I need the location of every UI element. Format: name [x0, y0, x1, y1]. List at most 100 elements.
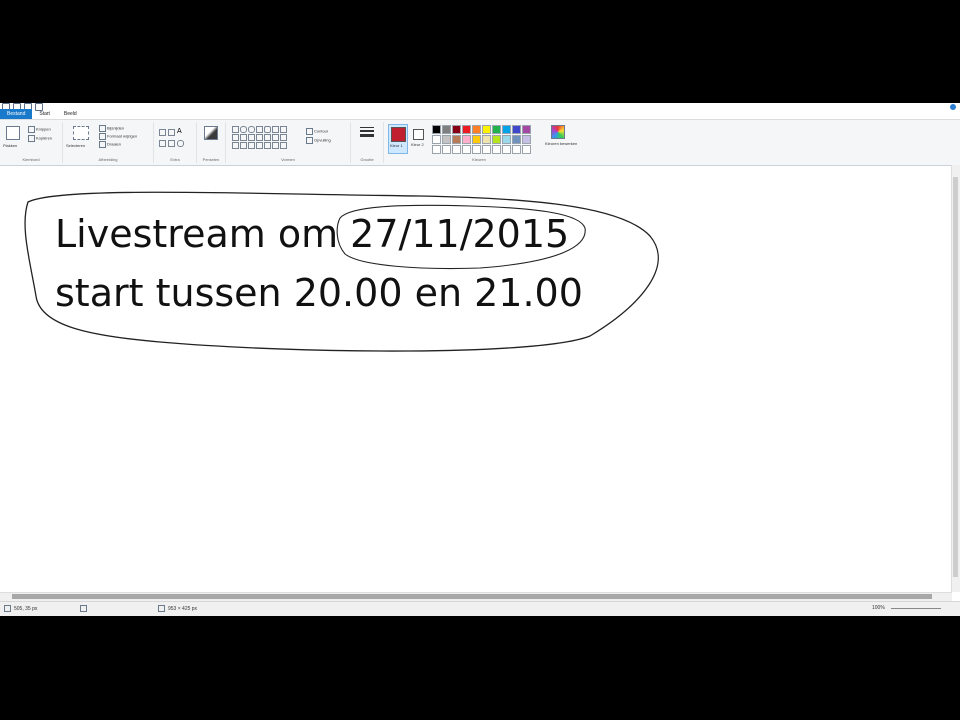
- cursor-position: 505, 35 px: [4, 605, 37, 612]
- palette-swatch[interactable]: [462, 125, 471, 134]
- palette-swatch[interactable]: [512, 125, 521, 134]
- custom-color-slot[interactable]: [442, 145, 451, 154]
- eraser-icon[interactable]: [159, 140, 166, 147]
- magnifier-icon[interactable]: [177, 140, 184, 147]
- arrow-right-shape-icon[interactable]: [264, 134, 271, 141]
- color1-label: Kleur 1: [390, 143, 403, 148]
- palette-swatch[interactable]: [472, 125, 481, 134]
- select-button[interactable]: Selecteren: [66, 143, 85, 148]
- lightning-shape-icon[interactable]: [280, 142, 287, 149]
- color-picker-icon[interactable]: [168, 140, 175, 147]
- cursor-position-icon: [4, 605, 11, 612]
- palette-swatch[interactable]: [512, 135, 521, 144]
- palette-swatch[interactable]: [482, 135, 491, 144]
- edit-colors-icon: [551, 125, 565, 139]
- right-triangle-shape-icon[interactable]: [232, 134, 239, 141]
- image-size-value: 953 × 425 px: [168, 605, 198, 612]
- palette-swatch[interactable]: [492, 125, 501, 134]
- clipboard-group-label: Klembord: [22, 157, 40, 162]
- custom-color-slot[interactable]: [512, 145, 521, 154]
- select-icon[interactable]: [73, 126, 89, 140]
- palette-swatch[interactable]: [502, 125, 511, 134]
- oval-shape-icon[interactable]: [248, 126, 255, 133]
- image-size: 953 × 425 px: [158, 605, 197, 612]
- tab-home[interactable]: Start: [32, 109, 57, 119]
- star6-shape-icon[interactable]: [248, 142, 255, 149]
- image-group: Selecteren Bijsnijden Formaat wijzigen D…: [63, 122, 154, 163]
- fill-icon[interactable]: [168, 129, 175, 136]
- resize-button[interactable]: Formaat wijzigen: [99, 133, 137, 140]
- paste-button[interactable]: Plakken: [3, 143, 17, 148]
- custom-color-slot[interactable]: [502, 145, 511, 154]
- palette-swatch[interactable]: [472, 135, 481, 144]
- rotate-button[interactable]: Draaien: [99, 141, 121, 148]
- zoom-slider[interactable]: [890, 607, 941, 609]
- curve-shape-icon[interactable]: [240, 126, 247, 133]
- palette-swatch[interactable]: [492, 135, 501, 144]
- palette-swatch[interactable]: [462, 135, 471, 144]
- palette-swatch[interactable]: [522, 125, 531, 134]
- triangle-shape-icon[interactable]: [280, 126, 287, 133]
- custom-color-slot[interactable]: [482, 145, 491, 154]
- callout-oval-shape-icon[interactable]: [264, 142, 271, 149]
- colors-group: Kleur 1 Kleur 2 Kleuren bewerken Kleuren: [384, 122, 578, 163]
- rectangle-shape-icon[interactable]: [256, 126, 263, 133]
- horizontal-scroll-thumb[interactable]: [12, 594, 932, 599]
- palette-swatch[interactable]: [432, 135, 441, 144]
- drawing-canvas[interactable]: Livestream om 27/11/2015 start tussen 20…: [0, 165, 952, 593]
- status-bar: 505, 35 px 953 × 425 px 100%: [0, 601, 960, 616]
- vertical-scroll-thumb[interactable]: [953, 177, 958, 577]
- rotate-label: Draaien: [107, 141, 122, 147]
- palette-swatch[interactable]: [452, 125, 461, 134]
- rotate-icon: [99, 141, 106, 148]
- polygon-shape-icon[interactable]: [272, 126, 279, 133]
- horizontal-scrollbar[interactable]: [0, 592, 952, 601]
- paste-icon[interactable]: [6, 126, 20, 140]
- palette-swatch[interactable]: [482, 125, 491, 134]
- tab-file[interactable]: Bestand: [0, 109, 33, 119]
- copy-button[interactable]: Kopiëren: [28, 135, 52, 142]
- brushes-group-label: Penselen: [202, 157, 220, 162]
- palette-swatch[interactable]: [452, 135, 461, 144]
- pentagon-shape-icon[interactable]: [248, 134, 255, 141]
- custom-color-slot[interactable]: [452, 145, 461, 154]
- help-icon[interactable]: [950, 104, 956, 110]
- arrow-left-shape-icon[interactable]: [272, 134, 279, 141]
- palette-swatch[interactable]: [432, 125, 441, 134]
- palette-swatch[interactable]: [522, 135, 531, 144]
- line-size-icon[interactable]: [360, 127, 374, 137]
- brush-icon[interactable]: [204, 126, 218, 140]
- rounded-rectangle-shape-icon[interactable]: [264, 126, 271, 133]
- custom-color-slot[interactable]: [472, 145, 481, 154]
- star5-shape-icon[interactable]: [240, 142, 247, 149]
- diamond-shape-icon[interactable]: [240, 134, 247, 141]
- tab-view[interactable]: Beeld: [57, 109, 84, 119]
- resize-icon: [99, 133, 106, 140]
- size-group: Grootte: [351, 122, 384, 163]
- heart-shape-icon[interactable]: [272, 142, 279, 149]
- hexagon-shape-icon[interactable]: [256, 134, 263, 141]
- custom-color-slot[interactable]: [462, 145, 471, 154]
- outline-button[interactable]: Contour: [306, 128, 328, 135]
- callout-rect-shape-icon[interactable]: [256, 142, 263, 149]
- zoom-control[interactable]: 100%: [872, 605, 941, 611]
- crop-button[interactable]: Bijsnijden: [99, 125, 124, 132]
- custom-color-slot[interactable]: [432, 145, 441, 154]
- palette-swatch[interactable]: [502, 135, 511, 144]
- fill-button[interactable]: Opvulling: [306, 137, 331, 144]
- shapes-group-label: Vormen: [281, 157, 295, 162]
- color1-button[interactable]: Kleur 1: [388, 124, 408, 154]
- vertical-scrollbar[interactable]: [951, 165, 960, 592]
- cut-button[interactable]: Knippen: [28, 126, 51, 133]
- color2-button[interactable]: Kleur 2: [410, 124, 428, 152]
- palette-swatch[interactable]: [442, 135, 451, 144]
- line-shape-icon[interactable]: [232, 126, 239, 133]
- pencil-icon[interactable]: [159, 129, 166, 136]
- custom-color-slot[interactable]: [492, 145, 501, 154]
- arrow-up-shape-icon[interactable]: [280, 134, 287, 141]
- star-shape-icon[interactable]: [232, 142, 239, 149]
- text-icon[interactable]: A: [177, 128, 182, 135]
- edit-colors-label: Kleuren bewerken: [545, 141, 578, 146]
- custom-color-slot[interactable]: [522, 145, 531, 154]
- palette-swatch[interactable]: [442, 125, 451, 134]
